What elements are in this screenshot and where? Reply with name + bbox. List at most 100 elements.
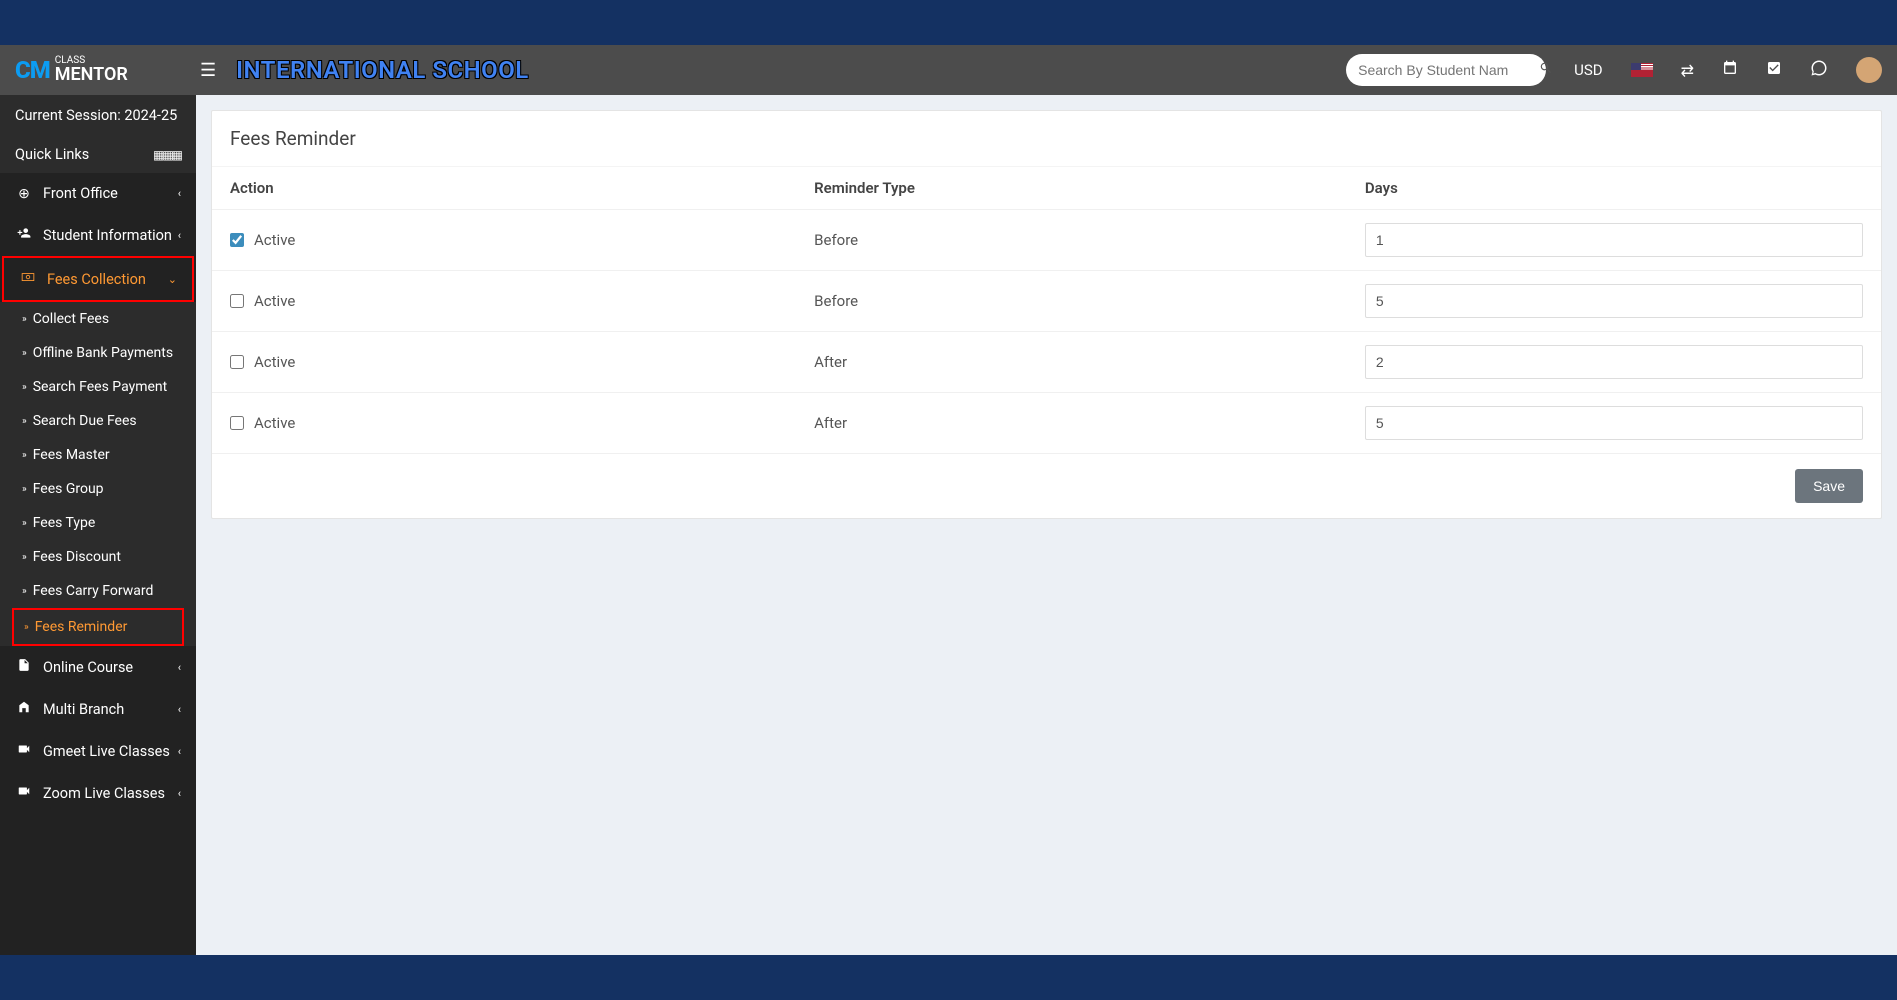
days-input[interactable] bbox=[1365, 345, 1863, 379]
submenu-search-fees-payment[interactable]: » Search Fees Payment bbox=[0, 370, 196, 404]
col-action: Action bbox=[212, 167, 796, 210]
sidebar-item-front-office[interactable]: ⊕ Front Office ‹ bbox=[0, 173, 196, 214]
active-label: Active bbox=[254, 353, 295, 371]
angle-icon: » bbox=[22, 518, 27, 529]
submenu-fees-discount[interactable]: » Fees Discount bbox=[0, 540, 196, 574]
quick-links[interactable]: Quick Links ▦▦▦ bbox=[0, 136, 196, 173]
angle-icon: » bbox=[22, 382, 27, 393]
active-label: Active bbox=[254, 414, 295, 432]
angle-icon: » bbox=[22, 348, 27, 359]
reminder-type-cell: Before bbox=[796, 210, 1347, 271]
sidebar-item-label: Student Information bbox=[43, 227, 172, 244]
active-checkbox[interactable] bbox=[230, 416, 244, 430]
table-row: Active After bbox=[212, 332, 1881, 393]
submenu-label: Offline Bank Payments bbox=[33, 345, 173, 361]
video-icon bbox=[15, 742, 33, 760]
active-checkbox[interactable] bbox=[230, 233, 244, 247]
save-button[interactable]: Save bbox=[1795, 469, 1863, 503]
calendar-icon[interactable] bbox=[1722, 60, 1738, 80]
submenu-label: Collect Fees bbox=[33, 311, 109, 327]
active-label: Active bbox=[254, 292, 295, 310]
page-title: Fees Reminder bbox=[230, 127, 1863, 150]
table-row: Active Before bbox=[212, 271, 1881, 332]
sidebar-item-label: Zoom Live Classes bbox=[43, 785, 165, 802]
fees-reminder-table: Action Reminder Type Days ActiveBeforeAc… bbox=[212, 167, 1881, 454]
exchange-icon[interactable]: ⇄ bbox=[1681, 61, 1694, 80]
reminder-type-cell: After bbox=[796, 332, 1347, 393]
sidebar-item-student-information[interactable]: Student Information ‹ bbox=[0, 214, 196, 256]
sidebar-item-label: Multi Branch bbox=[43, 701, 124, 718]
chevron-left-icon: ‹ bbox=[178, 661, 181, 674]
sidebar-item-label: Front Office bbox=[43, 185, 118, 202]
days-input[interactable] bbox=[1365, 284, 1863, 318]
sidebar-item-gmeet-live-classes[interactable]: Gmeet Live Classes ‹ bbox=[0, 730, 196, 772]
currency-label[interactable]: USD bbox=[1574, 61, 1602, 79]
search-input[interactable] bbox=[1358, 62, 1539, 78]
angle-icon: » bbox=[22, 450, 27, 461]
money-icon bbox=[19, 270, 37, 288]
sidebar-item-fees-collection[interactable]: Fees Collection ⌄ bbox=[2, 256, 194, 302]
submenu-label: Fees Reminder bbox=[35, 619, 128, 635]
chevron-left-icon: ‹ bbox=[178, 703, 181, 716]
sidebar-item-zoom-live-classes[interactable]: Zoom Live Classes ‹ bbox=[0, 772, 196, 814]
logo-icon: CM bbox=[15, 56, 50, 84]
chevron-left-icon: ‹ bbox=[178, 787, 181, 800]
col-type: Reminder Type bbox=[796, 167, 1347, 210]
submenu-search-due-fees[interactable]: » Search Due Fees bbox=[0, 404, 196, 438]
submenu-offline-bank-payments[interactable]: » Offline Bank Payments bbox=[0, 336, 196, 370]
sidebar-item-label: Gmeet Live Classes bbox=[43, 743, 170, 760]
active-label: Active bbox=[254, 231, 295, 249]
days-input[interactable] bbox=[1365, 223, 1863, 257]
chevron-left-icon: ‹ bbox=[178, 187, 181, 200]
school-name: INTERNATIONAL SCHOOL bbox=[236, 56, 529, 84]
angle-icon: » bbox=[22, 552, 27, 563]
sidebar-item-online-course[interactable]: Online Course ‹ bbox=[0, 646, 196, 688]
submenu-fees-reminder[interactable]: » Fees Reminder bbox=[12, 608, 184, 646]
chevron-left-icon: ‹ bbox=[178, 229, 181, 242]
file-icon bbox=[15, 658, 33, 676]
submenu-label: Fees Master bbox=[33, 447, 110, 463]
hamburger-icon[interactable]: ☰ bbox=[200, 60, 216, 81]
submenu-label: Fees Carry Forward bbox=[33, 583, 154, 599]
angle-icon: » bbox=[22, 484, 27, 495]
angle-icon: » bbox=[22, 314, 27, 325]
sidebar-item-label: Online Course bbox=[43, 659, 133, 676]
flag-icon[interactable] bbox=[1631, 63, 1653, 77]
submenu-fees-carry-forward[interactable]: » Fees Carry Forward bbox=[0, 574, 196, 608]
user-plus-icon bbox=[15, 226, 33, 244]
submenu-label: Search Due Fees bbox=[33, 413, 137, 429]
angle-icon: » bbox=[22, 586, 27, 597]
logo[interactable]: CM CLASS MENTOR bbox=[15, 56, 200, 84]
angle-icon: » bbox=[22, 416, 27, 427]
search-box[interactable] bbox=[1346, 54, 1546, 86]
submenu-fees-type[interactable]: » Fees Type bbox=[0, 506, 196, 540]
quick-links-label: Quick Links bbox=[15, 146, 89, 163]
main-content: Fees Reminder Action Reminder Type Days … bbox=[196, 95, 1897, 955]
avatar[interactable] bbox=[1856, 57, 1882, 83]
chevron-down-icon: ⌄ bbox=[168, 273, 177, 286]
table-row: ActiveAfter bbox=[212, 393, 1881, 454]
submenu-fees-group[interactable]: » Fees Group bbox=[0, 472, 196, 506]
submenu-label: Fees Group bbox=[33, 481, 104, 497]
task-check-icon[interactable] bbox=[1766, 60, 1782, 80]
submenu-label: Search Fees Payment bbox=[33, 379, 168, 395]
fees-reminder-panel: Fees Reminder Action Reminder Type Days … bbox=[211, 110, 1882, 519]
sidebar-item-multi-branch[interactable]: Multi Branch ‹ bbox=[0, 688, 196, 730]
header: CM CLASS MENTOR ☰ INTERNATIONAL SCHOOL U… bbox=[0, 45, 1897, 95]
whatsapp-icon[interactable] bbox=[1810, 59, 1828, 81]
days-input[interactable] bbox=[1365, 406, 1863, 440]
submenu-label: Fees Type bbox=[33, 515, 96, 531]
chevron-left-icon: ‹ bbox=[178, 745, 181, 758]
angle-icon: » bbox=[24, 622, 29, 633]
search-icon[interactable] bbox=[1539, 61, 1553, 79]
col-days: Days bbox=[1347, 167, 1881, 210]
submenu-label: Fees Discount bbox=[33, 549, 121, 565]
active-checkbox[interactable] bbox=[230, 294, 244, 308]
reminder-type-cell: Before bbox=[796, 271, 1347, 332]
submenu-collect-fees[interactable]: » Collect Fees bbox=[0, 302, 196, 336]
submenu-fees-master[interactable]: » Fees Master bbox=[0, 438, 196, 472]
bottom-margin-bar bbox=[0, 955, 1897, 1000]
sidebar-item-label: Fees Collection bbox=[47, 271, 146, 288]
active-checkbox[interactable] bbox=[230, 355, 244, 369]
globe-icon: ⊕ bbox=[15, 186, 33, 202]
